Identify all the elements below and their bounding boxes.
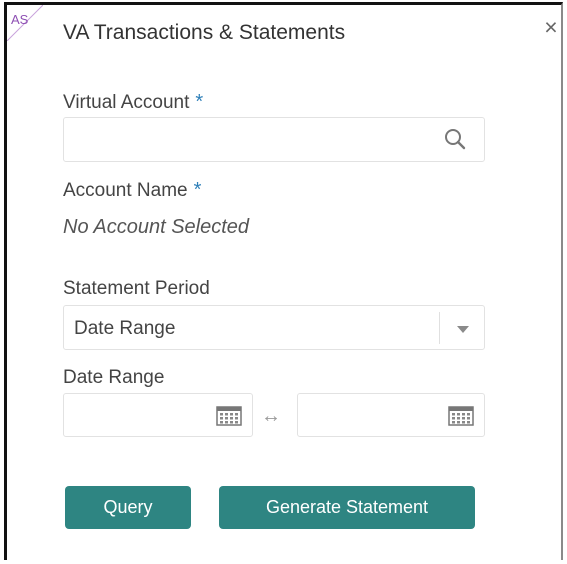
chevron-down-icon[interactable] — [457, 326, 469, 333]
search-icon[interactable] — [444, 128, 466, 150]
va-transactions-dialog: AS VA Transactions & Statements × Virtua… — [4, 2, 563, 560]
required-marker: * — [193, 179, 202, 201]
date-range-to-input[interactable] — [297, 393, 485, 437]
virtual-account-label: Virtual Account * — [63, 91, 203, 114]
statement-period-value: Date Range — [74, 318, 176, 339]
virtual-account-label-text: Virtual Account — [63, 92, 190, 113]
required-marker: * — [195, 91, 204, 113]
account-name-label-text: Account Name — [63, 180, 188, 201]
statement-period-select[interactable]: Date Range — [63, 305, 485, 350]
close-icon[interactable]: × — [539, 15, 563, 39]
virtual-account-input[interactable] — [63, 117, 485, 162]
account-name-value: No Account Selected — [63, 216, 250, 238]
date-range-label: Date Range — [63, 367, 165, 388]
calendar-icon[interactable] — [216, 406, 242, 426]
corner-badge: AS — [7, 5, 43, 41]
query-button[interactable]: Query — [65, 486, 191, 529]
select-divider — [439, 312, 440, 344]
calendar-icon[interactable] — [448, 406, 474, 426]
badge-text: AS — [11, 12, 29, 27]
statement-period-label: Statement Period — [63, 278, 210, 299]
dialog-title: VA Transactions & Statements — [63, 21, 346, 44]
generate-statement-button[interactable]: Generate Statement — [219, 486, 475, 529]
account-name-label: Account Name * — [63, 179, 201, 202]
date-range-from-input[interactable] — [63, 393, 253, 437]
range-arrow-icon: ↔ — [261, 405, 281, 427]
